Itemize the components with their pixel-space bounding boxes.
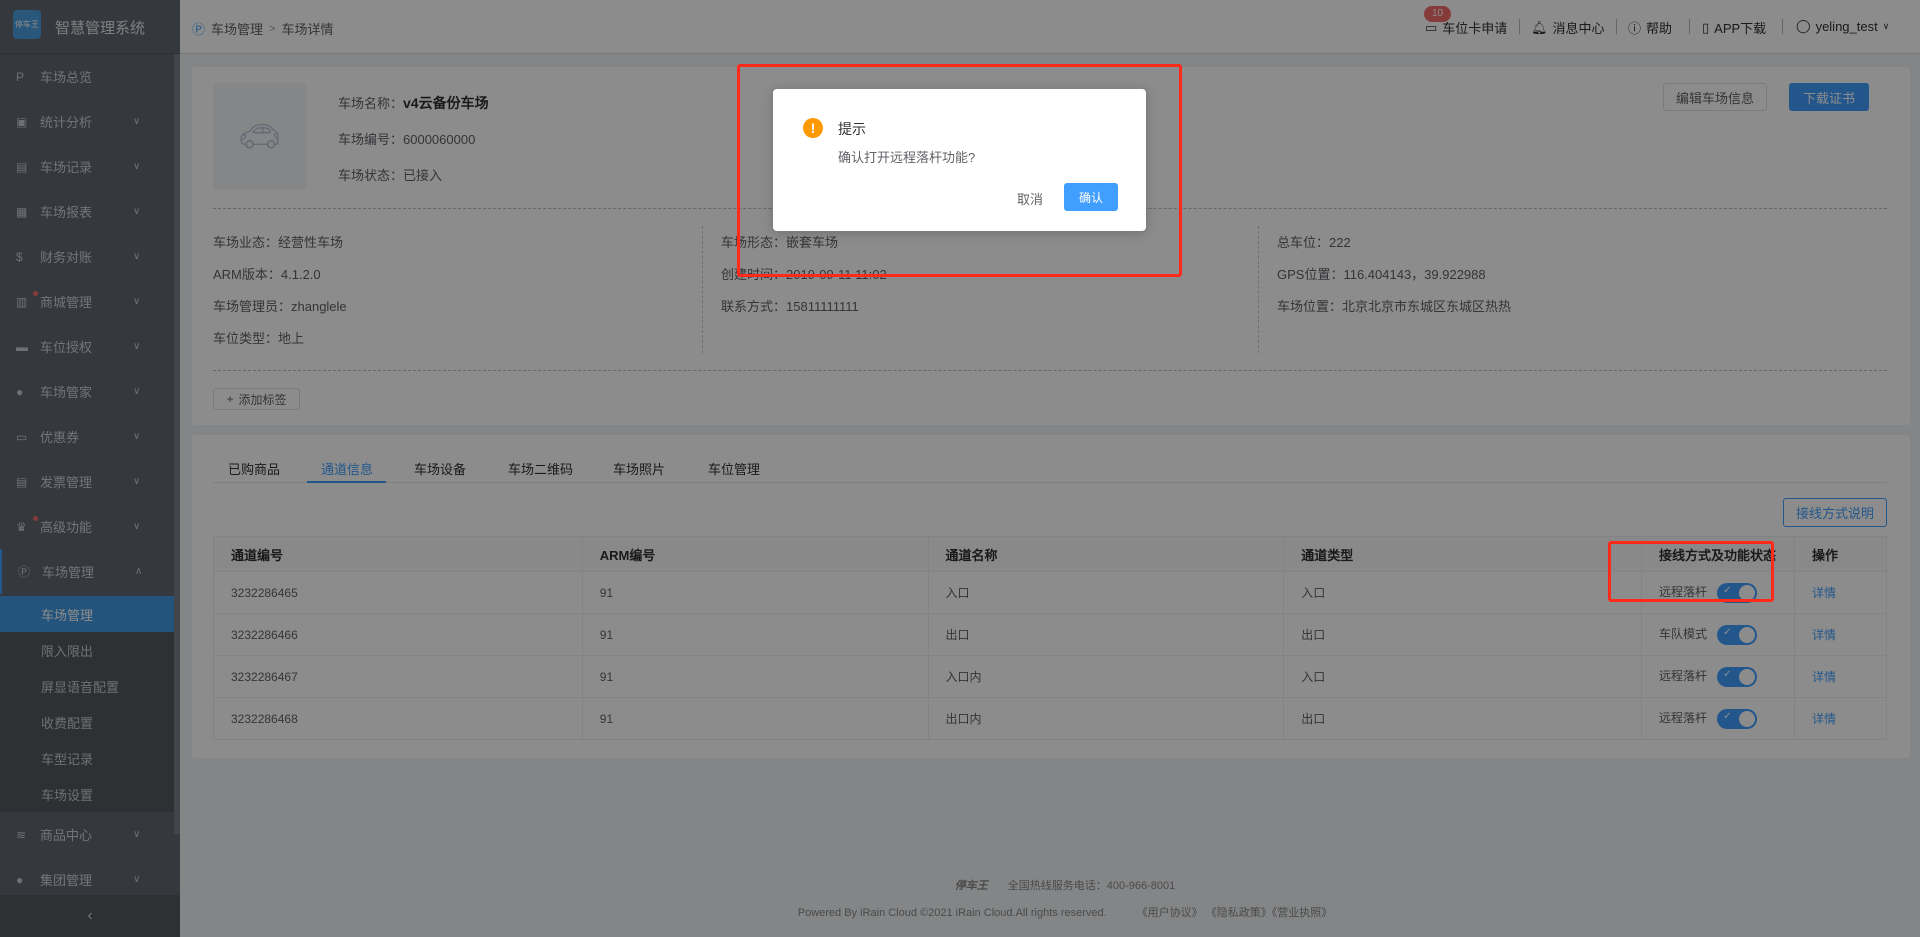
annotation-highlight-dialog — [737, 64, 1182, 277]
annotation-highlight-switch — [1608, 541, 1774, 602]
